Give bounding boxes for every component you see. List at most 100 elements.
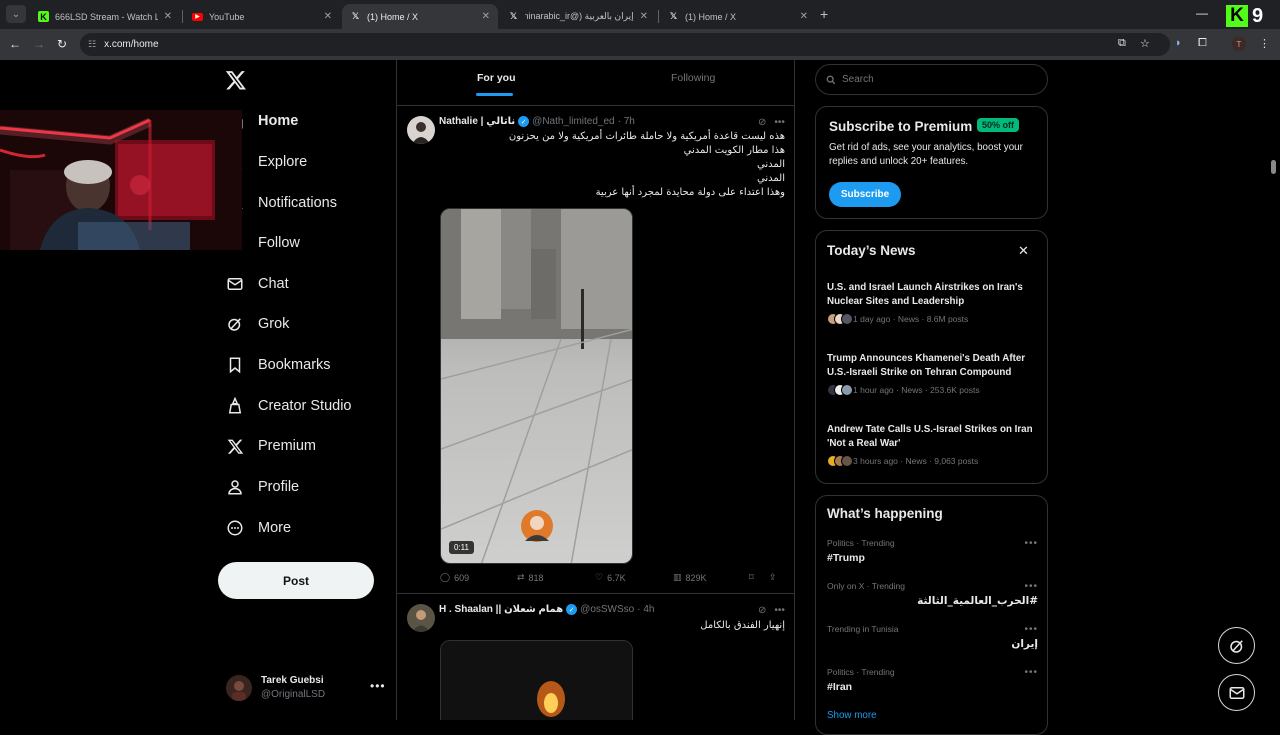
trend-category: Politics · Trending [827, 538, 895, 548]
bookmark-button[interactable]: ⌑ [749, 572, 754, 583]
avatar [226, 675, 252, 701]
like-button[interactable]: ♡ 6.7K [595, 572, 626, 583]
x-icon: 𝕏 [509, 11, 518, 21]
nav-more[interactable]: More [226, 513, 291, 543]
minimize-icon[interactable]: — [1196, 6, 1208, 20]
new-tab-button[interactable]: + [820, 6, 828, 22]
post[interactable]: Nathalie | ناتالي ✓ @Nath_limited_ed · 7… [397, 107, 794, 594]
post-author-name[interactable]: Nathalie | ناتالي [439, 116, 515, 127]
more-dots-icon[interactable]: ••• [1024, 667, 1038, 678]
forward-icon[interactable]: → [33, 37, 45, 51]
grok-fab-button[interactable] [1218, 627, 1255, 664]
more-dots-icon[interactable]: ••• [774, 605, 785, 616]
post-time[interactable]: · 4h [637, 604, 654, 615]
grok-icon [226, 315, 244, 333]
overlay-number: 9 [1252, 4, 1264, 27]
tab-following[interactable]: Following [671, 72, 715, 84]
trend-item[interactable]: Trending in Tunisia إيران ••• [827, 624, 1038, 650]
repost-button[interactable]: ⇄ 818 [517, 572, 544, 583]
bookmark-star-icon[interactable]: ☆ [1140, 37, 1150, 50]
more-dots-icon[interactable]: ••• [1024, 624, 1038, 635]
browser-tab-x-iran[interactable]: 𝕏 إيران بالعربية (@iraninarabic_ir) / X … [500, 4, 656, 29]
post[interactable]: H . Shaalan || همام شعلان ✓ @osSWSso · 4… [397, 595, 794, 720]
news-item[interactable]: U.S. and Israel Launch Airstrikes on Ira… [827, 281, 1042, 325]
close-icon[interactable]: ✕ [1018, 243, 1029, 259]
nav-creator-studio[interactable]: Creator Studio [226, 391, 352, 421]
post-avatar[interactable] [407, 116, 435, 144]
nav-profile[interactable]: Profile [226, 472, 299, 502]
nav-label: Home [258, 113, 299, 129]
nav-premium[interactable]: Premium [226, 431, 316, 461]
views-chart-icon: ▥ [673, 572, 682, 582]
close-tab-icon[interactable]: ✕ [324, 11, 332, 22]
browser-tab-x-home-active[interactable]: 𝕏 (1) Home / X ✕ [342, 4, 498, 29]
post-video[interactable]: 0:11 [440, 208, 633, 564]
post-author-name[interactable]: H . Shaalan || همام شعلان [439, 604, 563, 615]
close-tab-icon[interactable]: ✕ [164, 11, 172, 22]
news-item[interactable]: Trump Announces Khamenei's Death After U… [827, 352, 1042, 396]
views-button[interactable]: ▥ 829K [673, 572, 707, 583]
profile-avatar[interactable]: T [1232, 37, 1246, 51]
tab-for-you[interactable]: For you [477, 72, 516, 84]
reply-button[interactable]: ◯ 609 [440, 572, 469, 583]
x-logo-icon[interactable] [225, 69, 247, 91]
browser-tab-youtube[interactable]: ▶ YouTube ✕ [184, 4, 340, 29]
tab-search-button[interactable]: ⌄ [6, 5, 26, 23]
account-switcher[interactable]: Tarek Guebsi @OriginalLSD ••• [226, 673, 386, 705]
show-more-link[interactable]: Show more [827, 710, 877, 721]
subscribe-button[interactable]: Subscribe [829, 182, 901, 207]
discount-badge: 50% off [977, 118, 1020, 132]
share-button[interactable]: ⇪ [769, 572, 777, 583]
extensions-puzzle-icon[interactable]: ⧠ [1198, 37, 1207, 50]
reload-icon[interactable]: ↻ [57, 37, 67, 51]
search-input[interactable]: Search [815, 64, 1048, 95]
trend-item[interactable]: Only on X · Trending #الحرب_العالمية_الث… [827, 581, 1038, 607]
messages-fab-button[interactable] [1218, 674, 1255, 711]
reply-count: 609 [454, 572, 470, 583]
post-button[interactable]: Post [218, 562, 374, 599]
post-avatar[interactable] [407, 604, 435, 632]
nav-label: Bookmarks [258, 357, 331, 373]
nav-chat[interactable]: Chat [226, 269, 289, 299]
post-author-handle[interactable]: @Nath_limited_ed [532, 116, 614, 127]
bookmark-icon [226, 356, 244, 374]
more-dots-icon[interactable]: ••• [1024, 538, 1038, 549]
grok-icon[interactable]: ⊘ [758, 605, 766, 616]
post-author-handle[interactable]: @osSWSso [580, 604, 634, 615]
post-time[interactable]: · 7h [618, 116, 635, 127]
back-icon[interactable]: ← [9, 37, 21, 51]
trend-item[interactable]: Politics · Trending #Iran ••• [827, 667, 1038, 693]
scrollbar-thumb[interactable] [1271, 160, 1276, 174]
page-scrollbar[interactable] [1268, 62, 1278, 720]
extension-icon[interactable]: ◗ [1175, 37, 1182, 49]
post-video[interactable] [440, 640, 633, 720]
nav-notifications[interactable]: Notifications [226, 188, 337, 218]
trend-name: إيران [1011, 638, 1038, 650]
news-meta: 1 day ago · News · 8.6M posts [853, 314, 969, 324]
premium-card: Subscribe to Premium 50% off Get rid of … [815, 106, 1048, 219]
browser-tab-x-home[interactable]: 𝕏 (1) Home / X ✕ [660, 4, 816, 29]
close-tab-icon[interactable]: ✕ [800, 11, 808, 22]
reply-icon: ◯ [440, 572, 451, 582]
close-tab-icon[interactable]: ✕ [640, 11, 648, 22]
nav-label: More [258, 520, 292, 536]
close-tab-icon[interactable]: ✕ [482, 11, 490, 22]
more-dots-icon[interactable]: ••• [1024, 581, 1038, 592]
browser-menu-icon[interactable]: ⋮ [1259, 37, 1270, 50]
nav-grok[interactable]: Grok [226, 309, 289, 339]
address-bar[interactable]: ☷ x.com/home [80, 33, 1170, 56]
active-tab-indicator [476, 93, 513, 96]
site-info-icon[interactable]: ☷ [88, 39, 96, 50]
post-header: Nathalie | ناتالي ✓ @Nath_limited_ed · 7… [439, 116, 635, 127]
browser-tab-kick[interactable]: K 666LSD Stream - Watch Live on ✕ [30, 4, 180, 29]
trend-item[interactable]: Politics · Trending #Trump ••• [827, 538, 1038, 564]
more-dots-icon[interactable]: ••• [774, 117, 785, 128]
install-app-icon[interactable]: ⧉ [1118, 37, 1126, 50]
nav-bookmarks[interactable]: Bookmarks [226, 350, 331, 380]
post-text: هذه ليست قاعدة أمريكية ولا حاملة طائرات … [508, 131, 785, 198]
more-dots-icon[interactable]: ••• [370, 679, 386, 693]
grok-icon[interactable]: ⊘ [758, 117, 766, 128]
post-text: إنهيار الفندق بالكامل [700, 620, 785, 631]
news-item[interactable]: Andrew Tate Calls U.S.-Israel Strikes on… [827, 423, 1042, 467]
avatar-stack [827, 313, 853, 325]
